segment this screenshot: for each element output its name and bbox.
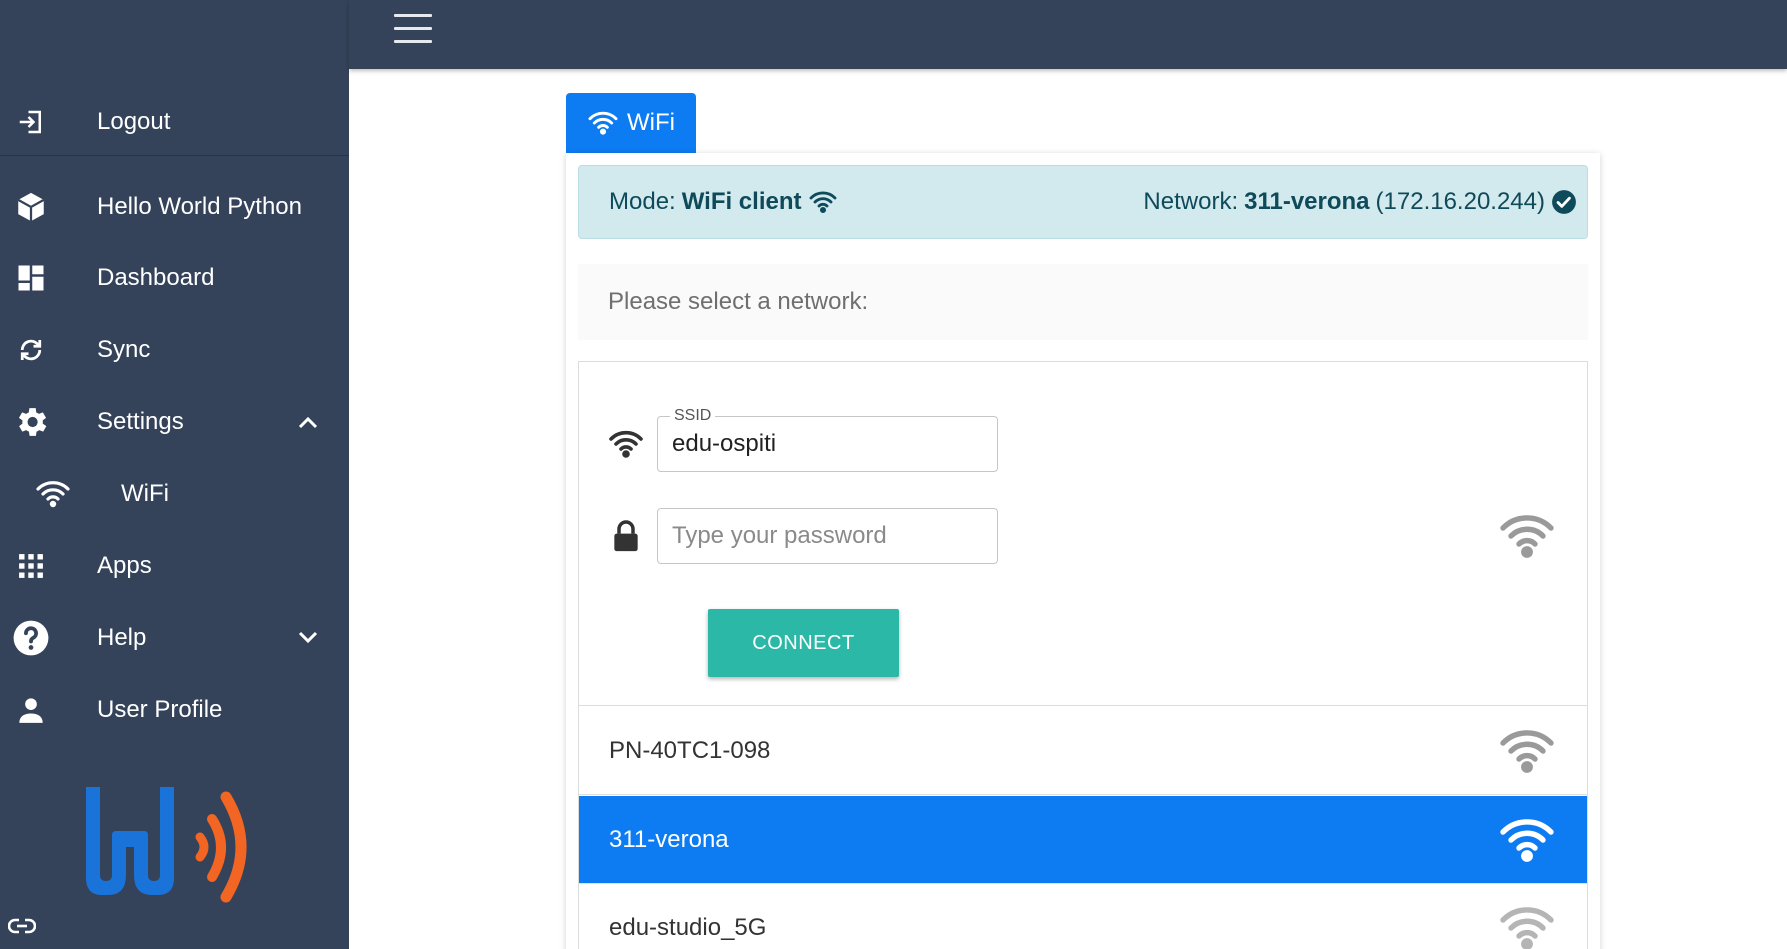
sidebar-divider bbox=[0, 155, 349, 156]
sidebar-item-sync[interactable]: Sync bbox=[0, 320, 349, 380]
wifi-icon bbox=[606, 424, 646, 464]
dashboard-icon bbox=[12, 259, 50, 297]
status-alert: Mode: WiFi client Network: 311-verona (1… bbox=[578, 165, 1588, 239]
user-icon bbox=[12, 691, 50, 729]
check-circle-icon bbox=[1552, 190, 1576, 214]
sidebar-item-label: WiFi bbox=[121, 480, 169, 507]
logout-icon bbox=[12, 103, 50, 141]
sidebar-item-label: User Profile bbox=[97, 696, 223, 723]
select-prompt: Please select a network: bbox=[608, 288, 869, 315]
wifi-icon bbox=[809, 191, 836, 214]
network-ip: (172.16.20.244) bbox=[1375, 188, 1545, 215]
network-name: 311-verona bbox=[1244, 188, 1370, 215]
ssid-field[interactable]: SSID bbox=[657, 407, 998, 472]
mode-label: Mode: bbox=[609, 188, 676, 215]
sidebar-item-label: Dashboard bbox=[97, 264, 215, 291]
sidebar-item-wifi[interactable]: WiFi bbox=[0, 464, 349, 524]
sidebar-item-apps[interactable]: Apps bbox=[0, 536, 349, 596]
network-name: PN-40TC1-098 bbox=[609, 737, 771, 764]
wifi-card: Mode: WiFi client Network: 311-verona (1… bbox=[566, 153, 1600, 949]
mode-status: Mode: WiFi client bbox=[609, 188, 838, 216]
cube-icon bbox=[12, 188, 50, 226]
mode-value: WiFi client bbox=[681, 188, 802, 215]
sidebar-item-label: Logout bbox=[97, 108, 171, 135]
wifi-signal-icon bbox=[1500, 907, 1554, 949]
gear-icon bbox=[12, 403, 50, 441]
apps-grid-icon bbox=[12, 547, 50, 585]
password-input[interactable] bbox=[672, 509, 982, 563]
tab-wifi[interactable]: WiFi bbox=[566, 93, 696, 153]
sidebar-item-label: Help bbox=[97, 624, 147, 651]
chevron-up-icon bbox=[297, 411, 319, 433]
chevron-down-icon bbox=[297, 627, 319, 649]
top-app-bar bbox=[349, 0, 1787, 69]
connect-button[interactable]: CONNECT bbox=[708, 609, 899, 677]
sidebar-item-help[interactable]: Help bbox=[0, 608, 349, 668]
network-row[interactable]: edu-studio_5G bbox=[579, 884, 1587, 949]
sync-icon bbox=[12, 331, 50, 369]
sidebar-item-settings[interactable]: Settings bbox=[0, 392, 349, 452]
network-name: 311-verona bbox=[609, 826, 729, 853]
wifi-icon bbox=[34, 475, 72, 513]
network-select-header: Please select a network: bbox=[578, 264, 1588, 340]
connect-form: SSID CONNECT bbox=[579, 362, 1587, 706]
link-icon[interactable] bbox=[7, 916, 37, 940]
password-field[interactable] bbox=[657, 508, 998, 564]
lock-icon bbox=[606, 516, 646, 556]
network-row[interactable]: PN-40TC1-098 bbox=[579, 707, 1587, 795]
sidebar-item-label: Sync bbox=[97, 336, 151, 363]
wifi-signal-icon bbox=[1500, 819, 1554, 862]
network-list: SSID CONNECT PN-40TC1-098 311-verona edu… bbox=[578, 361, 1588, 949]
network-row-selected[interactable]: 311-verona bbox=[579, 796, 1587, 884]
wifi-signal-icon bbox=[1500, 515, 1554, 558]
network-label: Network: bbox=[1143, 188, 1239, 215]
tab-label: WiFi bbox=[627, 109, 675, 136]
wifi-icon bbox=[588, 111, 618, 135]
sidebar-item-user-profile[interactable]: User Profile bbox=[0, 680, 349, 740]
menu-icon[interactable] bbox=[394, 14, 432, 44]
sidebar-item-label: Hello World Python bbox=[97, 193, 302, 220]
sidebar-item-logout[interactable]: Logout bbox=[0, 92, 349, 152]
help-icon bbox=[12, 619, 50, 657]
sidebar-item-hello-world-python[interactable]: Hello World Python bbox=[0, 177, 349, 237]
sidebar-item-label: Settings bbox=[97, 408, 184, 435]
brand-logo bbox=[76, 783, 266, 905]
sidebar: Logout Hello World Python Dashboard Sync… bbox=[0, 0, 349, 949]
ssid-input[interactable] bbox=[672, 417, 982, 471]
network-name: edu-studio_5G bbox=[609, 914, 767, 941]
network-status: Network: 311-verona (172.16.20.244) bbox=[1143, 188, 1577, 216]
sidebar-item-label: Apps bbox=[97, 552, 152, 579]
wifi-signal-icon bbox=[1500, 730, 1554, 773]
sidebar-item-dashboard[interactable]: Dashboard bbox=[0, 248, 349, 308]
